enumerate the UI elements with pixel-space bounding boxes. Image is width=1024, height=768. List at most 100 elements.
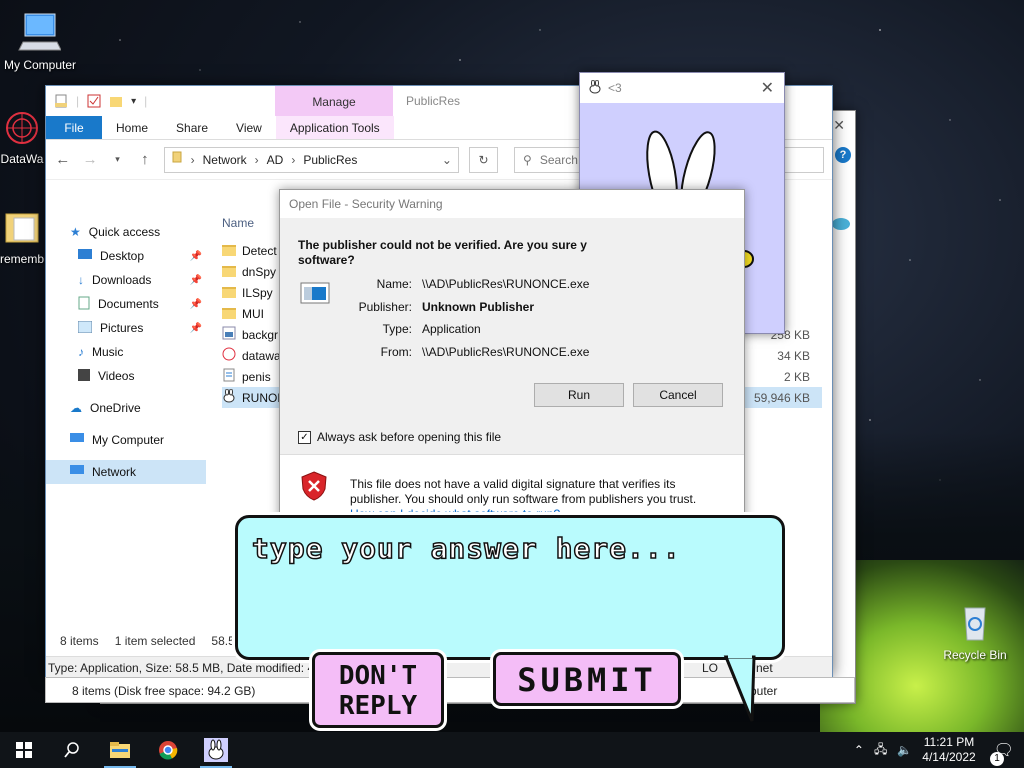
tab-application-tools[interactable]: Application Tools bbox=[275, 116, 394, 139]
tab-share[interactable]: Share bbox=[162, 116, 222, 139]
bunny-window-title: <3 bbox=[608, 81, 622, 95]
computer-icon bbox=[70, 432, 84, 448]
back-arrow-icon[interactable]: ← bbox=[54, 151, 71, 168]
dialog-heading-line2: software? bbox=[298, 253, 355, 267]
sidebar-item-label: Videos bbox=[98, 369, 135, 383]
desktop-icon-remember[interactable]: rememb bbox=[0, 208, 44, 266]
dont-reply-line1: DON'T bbox=[338, 661, 418, 691]
network-location-icon bbox=[171, 151, 183, 168]
details-lo: LO bbox=[702, 661, 719, 675]
taskbar-chrome[interactable] bbox=[144, 732, 192, 768]
chevron-right-icon: › bbox=[254, 152, 259, 167]
search-button[interactable] bbox=[48, 732, 96, 768]
refresh-button[interactable]: ↻ bbox=[468, 146, 499, 173]
taskbar-bunny-app[interactable] bbox=[192, 732, 240, 768]
field-publisher: Publisher: Unknown Publisher bbox=[340, 300, 730, 314]
folder-icon bbox=[222, 245, 236, 256]
breadcrumb-ad[interactable]: AD bbox=[267, 153, 284, 167]
taskbar: ⌃ 🖧 🔈 11:21 PM 4/14/2022 🗨 1 bbox=[0, 732, 1024, 768]
checkbox-checked-icon[interactable]: ✓ bbox=[298, 430, 311, 444]
sidebar-item-desktop[interactable]: Desktop 📌 bbox=[46, 244, 206, 268]
sidebar-item-music[interactable]: ♪ Music bbox=[46, 340, 206, 364]
volume-icon[interactable]: 🔈 bbox=[897, 743, 912, 757]
datawave-icon bbox=[222, 347, 236, 364]
search-icon: ⚲ bbox=[523, 152, 532, 167]
answer-input-placeholder[interactable]: type your answer here... bbox=[251, 531, 681, 566]
desktop-icon-datawave[interactable]: DataWa bbox=[0, 108, 44, 166]
refresh-icon: ↻ bbox=[478, 152, 489, 167]
cloud-icon: ☁ bbox=[70, 401, 82, 415]
shield-error-icon bbox=[300, 471, 328, 504]
always-ask-checkbox[interactable]: ✓ Always ask before opening this file bbox=[298, 430, 501, 444]
application-icon bbox=[300, 282, 330, 307]
dont-reply-button[interactable]: DON'T REPLY bbox=[312, 652, 444, 728]
status-item-count: 8 items bbox=[60, 634, 99, 648]
folder-icon bbox=[222, 266, 236, 277]
file-size: 59,946 KB bbox=[753, 390, 810, 405]
field-label: Name: bbox=[376, 277, 412, 291]
sidebar-item-downloads[interactable]: ↓ Downloads 📌 bbox=[46, 268, 206, 292]
details-text: Type: Application, Size: 58.5 MB, Date m… bbox=[48, 661, 318, 675]
warning-text: This file does not have a valid digital … bbox=[350, 477, 697, 506]
desktop-icon-label: My Computer bbox=[4, 58, 77, 72]
start-button[interactable] bbox=[0, 732, 48, 768]
tab-file[interactable]: File bbox=[46, 116, 102, 139]
breadcrumb-publicres[interactable]: PublicRes bbox=[303, 153, 357, 167]
cancel-button[interactable]: Cancel bbox=[633, 383, 723, 407]
answer-bubble[interactable]: type your answer here... bbox=[235, 515, 785, 660]
chrome-icon bbox=[159, 741, 178, 760]
sidebar-item-documents[interactable]: Documents 📌 bbox=[46, 292, 206, 316]
help-icon[interactable]: ? bbox=[835, 147, 851, 163]
sidebar-item-quick-access[interactable]: ★ Quick access bbox=[46, 220, 206, 244]
sidebar-item-pictures[interactable]: Pictures 📌 bbox=[46, 316, 206, 340]
separator: | bbox=[144, 94, 148, 108]
sidebar-item-network[interactable]: Network bbox=[46, 460, 206, 484]
music-note-icon: ♪ bbox=[78, 345, 84, 359]
sidebar-item-my-computer[interactable]: My Computer bbox=[46, 428, 206, 452]
breadcrumb-network[interactable]: Network bbox=[203, 153, 247, 167]
new-folder-icon[interactable] bbox=[109, 94, 123, 108]
text-file-icon bbox=[222, 368, 236, 385]
recycle-bin-icon bbox=[964, 607, 986, 641]
desktop-icon bbox=[78, 248, 92, 264]
bubble-tail bbox=[723, 655, 756, 722]
clock[interactable]: 11:21 PM 4/14/2022 bbox=[922, 735, 975, 765]
address-bar[interactable]: › Network › AD › PublicRes ⌄ bbox=[163, 146, 459, 173]
sidebar-item-label: Network bbox=[92, 465, 137, 479]
properties-icon[interactable] bbox=[87, 94, 101, 108]
recent-chevron-icon[interactable]: ▾ bbox=[109, 154, 126, 165]
desktop-icon-my-computer[interactable]: My Computer bbox=[4, 10, 77, 72]
bunny-exe-icon bbox=[222, 388, 236, 406]
star-icon: ★ bbox=[70, 225, 81, 239]
quick-access-icon[interactable] bbox=[54, 94, 68, 108]
sidebar-item-label: Pictures bbox=[100, 321, 144, 335]
tab-manage[interactable]: Manage bbox=[275, 86, 393, 116]
tab-home[interactable]: Home bbox=[102, 116, 162, 139]
taskbar-file-explorer[interactable] bbox=[96, 732, 144, 768]
pin-icon[interactable]: 📌 bbox=[190, 323, 202, 334]
folder-icon bbox=[222, 308, 236, 319]
chevron-up-icon[interactable]: ⌃ bbox=[854, 743, 864, 757]
status-bar: 8 items 1 item selected 58.5 M bbox=[60, 634, 248, 648]
field-name: Name: \\AD\PublicRes\RUNONCE.exe bbox=[340, 277, 730, 291]
pin-icon[interactable]: 📌 bbox=[190, 275, 202, 286]
separator: | bbox=[76, 94, 80, 108]
sidebar-item-videos[interactable]: Videos bbox=[46, 364, 206, 388]
pin-icon[interactable]: 📌 bbox=[190, 299, 202, 310]
dialog-title: Open File - Security Warning bbox=[280, 190, 744, 218]
network-status-icon[interactable]: 🖧 bbox=[874, 740, 887, 761]
submit-button[interactable]: SUBMIT bbox=[493, 652, 681, 706]
address-dropdown-icon[interactable]: ⌄ bbox=[442, 153, 452, 167]
tab-view[interactable]: View bbox=[222, 116, 276, 139]
field-value: Unknown Publisher bbox=[422, 300, 535, 314]
up-arrow-icon[interactable]: ↑ bbox=[136, 151, 153, 168]
close-icon[interactable]: ✕ bbox=[761, 78, 774, 98]
desktop-icon-recycle-bin[interactable]: Recycle Bin bbox=[940, 600, 1010, 662]
forward-arrow-icon[interactable]: → bbox=[81, 151, 98, 168]
pin-icon[interactable]: 📌 bbox=[190, 251, 202, 262]
close-icon[interactable]: ✕ bbox=[833, 117, 845, 134]
chevron-down-icon[interactable]: ▾ bbox=[131, 96, 136, 107]
run-button[interactable]: Run bbox=[534, 383, 624, 407]
sidebar-item-label: Quick access bbox=[88, 225, 161, 239]
sidebar-item-onedrive[interactable]: ☁ OneDrive bbox=[46, 396, 206, 420]
